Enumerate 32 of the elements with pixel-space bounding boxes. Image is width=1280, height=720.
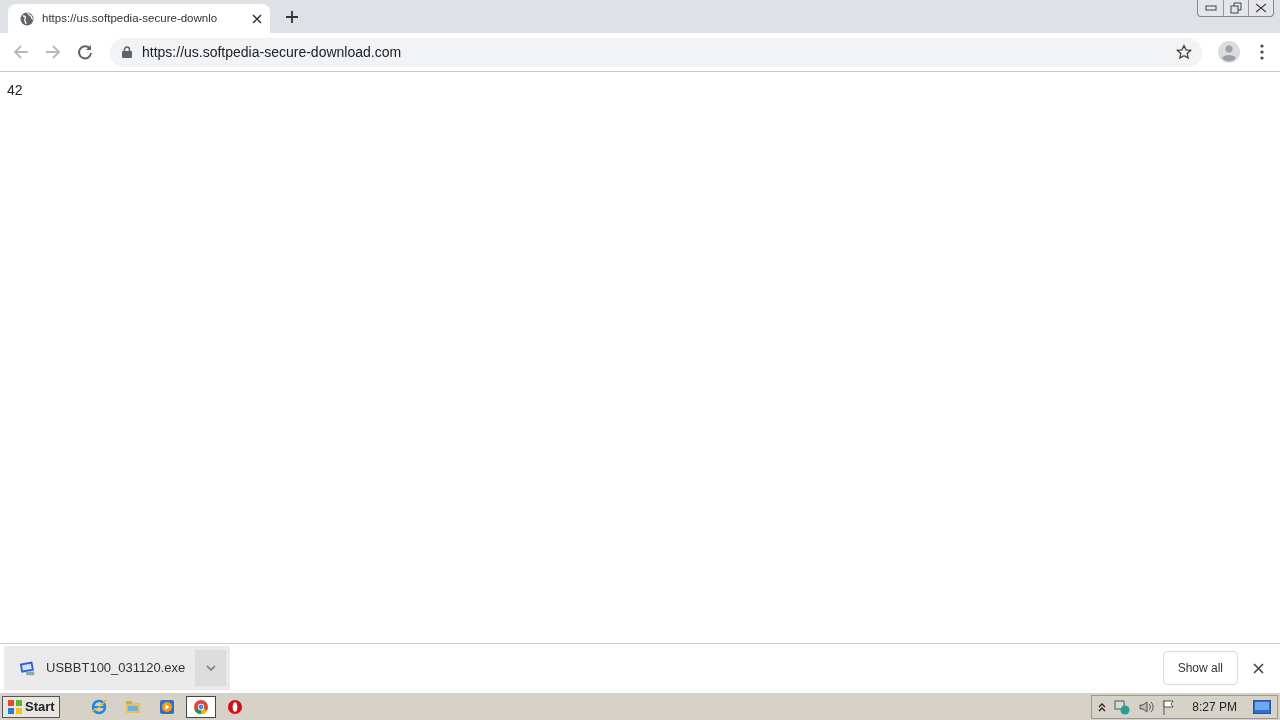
browser-tab[interactable]: https://us.softpedia-secure-downlo: [8, 4, 270, 33]
lock-icon: [122, 46, 132, 58]
chrome-icon: [192, 698, 209, 715]
clock[interactable]: 8:27 PM: [1184, 697, 1245, 716]
star-icon[interactable]: [1176, 44, 1192, 60]
start-button[interactable]: Start: [2, 695, 60, 718]
minimize-icon: [1204, 5, 1217, 11]
new-tab-icon[interactable]: [285, 10, 299, 24]
windows-logo-icon: [7, 698, 23, 715]
show-all-button[interactable]: Show all: [1162, 651, 1238, 685]
reload-icon[interactable]: [77, 44, 93, 60]
ie-icon: [90, 698, 107, 715]
caret-icon: [205, 665, 216, 671]
close-icon[interactable]: [1252, 662, 1264, 674]
network-icon[interactable]: [1114, 698, 1131, 715]
page-text: 42: [7, 82, 23, 98]
chevron-icon[interactable]: [1098, 701, 1107, 712]
folder-icon: [124, 698, 141, 715]
opera-icon: [226, 698, 243, 715]
media-player-icon: [158, 698, 175, 715]
close-icon: [1255, 3, 1267, 13]
flag-icon[interactable]: [1162, 698, 1177, 715]
download-item[interactable]: USBBT100_031120.exe: [4, 646, 230, 690]
avatar-icon[interactable]: [1218, 41, 1240, 63]
desktop-icon[interactable]: [1253, 699, 1271, 714]
menu-icon[interactable]: [1260, 44, 1264, 60]
speaker-icon[interactable]: [1138, 698, 1155, 715]
taskbar-button[interactable]: [185, 695, 216, 718]
globe-icon: [20, 11, 34, 26]
address-field[interactable]: https://us.softpedia-secure-download.com: [110, 37, 1202, 67]
close-icon[interactable]: [252, 13, 262, 24]
restore-icon: [1230, 2, 1242, 14]
